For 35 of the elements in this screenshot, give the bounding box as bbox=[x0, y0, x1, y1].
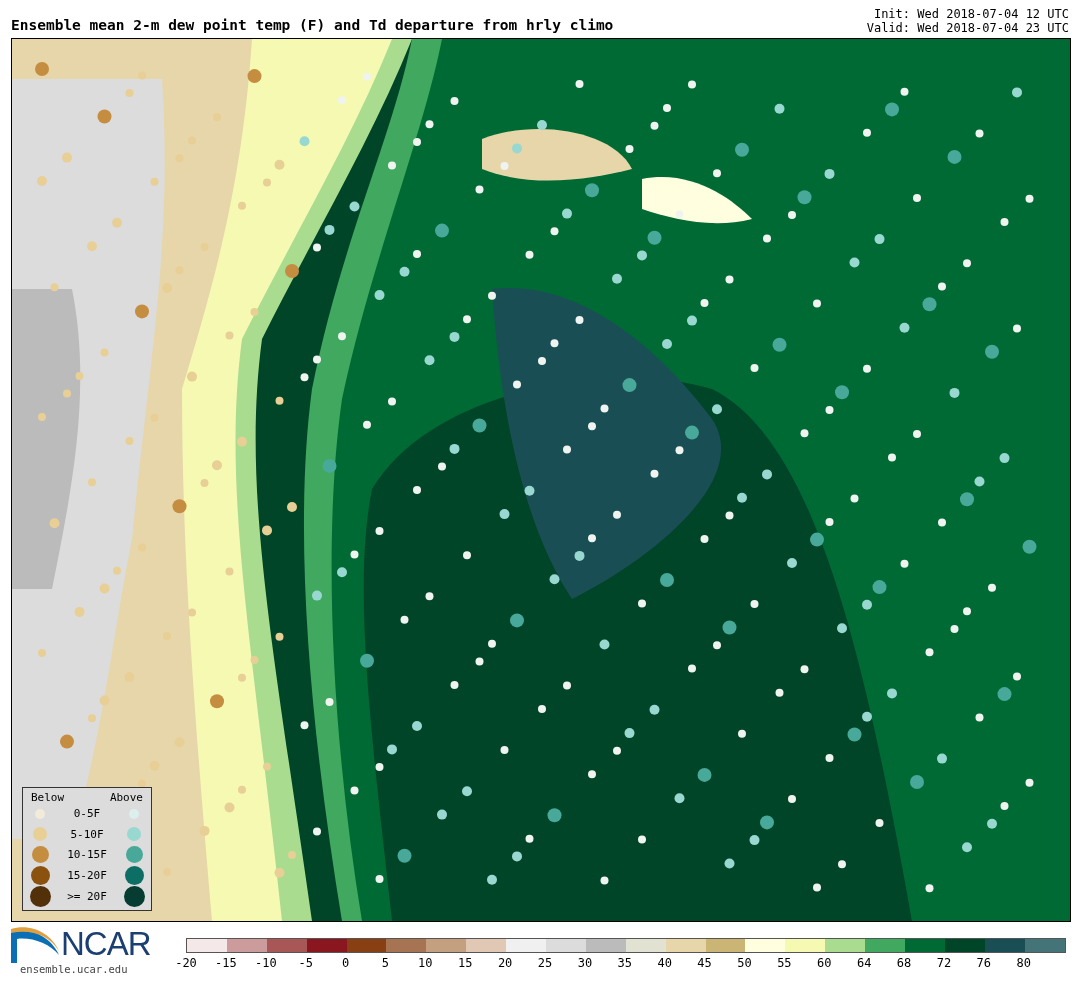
colorbar-tick-label: -10 bbox=[254, 956, 277, 970]
colorbar-tick-label: 20 bbox=[497, 956, 513, 970]
colorbar-tick-label: 35 bbox=[617, 956, 632, 970]
colorbar-tick-label: 5 bbox=[381, 956, 390, 970]
colorbar-tick-label: 50 bbox=[737, 956, 752, 970]
colorbar-tick-label: 76 bbox=[976, 956, 992, 970]
colorbar-tick-label: 0 bbox=[341, 956, 350, 970]
legend-label: 0-5F bbox=[73, 807, 101, 821]
colorbar-tick-label: 80 bbox=[1016, 956, 1031, 970]
colorbar-tick-label: -20 bbox=[175, 956, 197, 970]
colorbar-tick-label: 10 bbox=[418, 956, 433, 970]
legend-label: 5-10F bbox=[70, 827, 104, 841]
legend-heading: Above bbox=[109, 790, 143, 804]
colorbar-tick-label: 25 bbox=[537, 956, 553, 970]
ncar-logo-text: NCAR bbox=[61, 927, 151, 961]
init-time: Init: Wed 2018-07-04 12 UTC bbox=[873, 7, 1069, 21]
chart-title: Ensemble mean 2-m dew point temp (F) and Td departure from hrly climo bbox=[11, 17, 614, 35]
colorbar-tick-label: -15 bbox=[215, 956, 237, 970]
colorbar-tick-label: 30 bbox=[577, 956, 593, 970]
legend-label: >= 20F bbox=[67, 889, 107, 903]
legend-label: 10-15F bbox=[67, 848, 107, 862]
colorbar-tick-label: 45 bbox=[697, 956, 712, 970]
colorbar-tick-label: 68 bbox=[896, 956, 912, 970]
colorbar-tick-label: 64 bbox=[856, 956, 872, 970]
swoosh-logo-icon bbox=[11, 925, 59, 963]
colorbar-tick-label: 60 bbox=[817, 956, 832, 970]
legend-label: 15-20F bbox=[67, 868, 107, 882]
colorbar-tick-label: 40 bbox=[657, 956, 672, 970]
legend-heading: Below bbox=[31, 790, 65, 804]
site-url: ensemble.ucar.edu bbox=[19, 963, 129, 975]
colorbar-tick-label: 72 bbox=[936, 956, 952, 970]
colorbar-tick-label: 15 bbox=[458, 956, 473, 970]
valid-time: Valid: Wed 2018-07-04 23 UTC bbox=[866, 21, 1069, 35]
colorbar-tick-label: -5 bbox=[298, 956, 313, 970]
colorbar-tick-label: 55 bbox=[777, 956, 792, 970]
